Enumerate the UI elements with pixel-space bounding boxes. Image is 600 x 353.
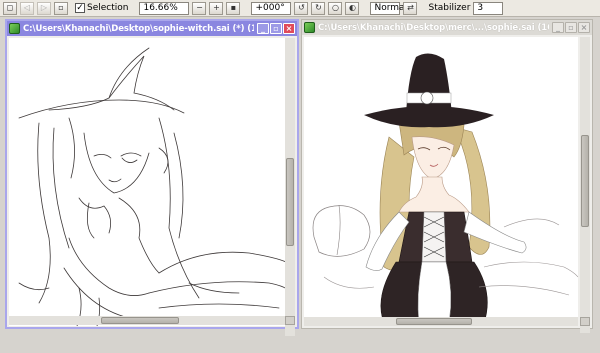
resize-grip[interactable]: [580, 317, 590, 326]
blend-mode-select[interactable]: Normal: [370, 1, 407, 15]
zoom-reset-icon[interactable]: ▪: [226, 1, 241, 15]
selection-toggle[interactable]: ✓ Selection: [75, 2, 128, 15]
resize-grip[interactable]: [285, 316, 295, 325]
zoom-in-icon[interactable]: +: [209, 1, 224, 15]
deselect-icon[interactable]: ▫: [54, 1, 68, 15]
zoom-field[interactable]: 16.66%: [139, 1, 190, 15]
rotation-field[interactable]: +000°: [251, 1, 292, 15]
vertical-scrollbar[interactable]: [580, 37, 590, 333]
rotate-left-icon[interactable]: ↺: [294, 1, 309, 15]
undo-icon[interactable]: ◁: [20, 1, 34, 15]
window-title: C:\Users\Khanachi\Desktop\sophie-witch.s…: [23, 23, 254, 34]
app-icon: [9, 23, 20, 34]
blend-toggle-icon[interactable]: ⇄: [403, 1, 418, 15]
horizontal-scrollbar[interactable]: [304, 317, 578, 326]
selection-checkbox[interactable]: ✓: [75, 3, 85, 13]
vertical-scroll-thumb[interactable]: [581, 135, 589, 227]
new-canvas-icon[interactable]: ◻: [3, 1, 17, 15]
horizontal-scroll-thumb[interactable]: [396, 318, 472, 325]
toolbar: ◻ ◁ ▷ ▫ ✓ Selection 16.66% − + ▪ +000° ↺…: [0, 0, 600, 17]
zoom-out-icon[interactable]: −: [192, 1, 207, 15]
selection-label: Selection: [87, 2, 129, 13]
horizontal-scrollbar[interactable]: [9, 316, 288, 325]
close-icon[interactable]: ×: [578, 22, 590, 33]
flip-icon[interactable]: ◐: [345, 1, 360, 15]
redo-icon[interactable]: ▷: [37, 1, 51, 15]
vertical-scroll-thumb[interactable]: [286, 158, 294, 246]
window-titlebar[interactable]: C:\Users\Khanachi\Desktop\merc\...\sophi…: [302, 20, 592, 35]
document-window-sketch[interactable]: C:\Users\Khanachi\Desktop\sophie-witch.s…: [5, 19, 299, 336]
colored-illustration: [312, 53, 578, 323]
canvas-colored[interactable]: [304, 37, 578, 323]
vertical-scrollbar[interactable]: [285, 38, 295, 336]
canvas-sketch[interactable]: [9, 38, 288, 326]
rotate-reset-icon[interactable]: ○: [328, 1, 343, 15]
window-title: C:\Users\Khanachi\Desktop\merc\...\sophi…: [318, 22, 549, 33]
maximize-icon[interactable]: ▫: [270, 23, 282, 34]
rotate-right-icon[interactable]: ↻: [311, 1, 326, 15]
window-titlebar[interactable]: C:\Users\Khanachi\Desktop\sophie-witch.s…: [7, 21, 297, 36]
app-icon: [304, 22, 315, 33]
horizontal-scroll-thumb[interactable]: [101, 317, 179, 324]
lineart-illustration: [18, 47, 288, 326]
minimize-icon[interactable]: _: [257, 23, 269, 34]
maximize-icon[interactable]: ▫: [565, 22, 577, 33]
stabilizer-label: Stabilizer: [428, 2, 471, 13]
close-icon[interactable]: ×: [283, 23, 295, 34]
document-window-colored[interactable]: C:\Users\Khanachi\Desktop\merc\...\sophi…: [301, 19, 593, 333]
minimize-icon[interactable]: _: [552, 22, 564, 33]
stabilizer-select[interactable]: 3: [473, 1, 504, 15]
